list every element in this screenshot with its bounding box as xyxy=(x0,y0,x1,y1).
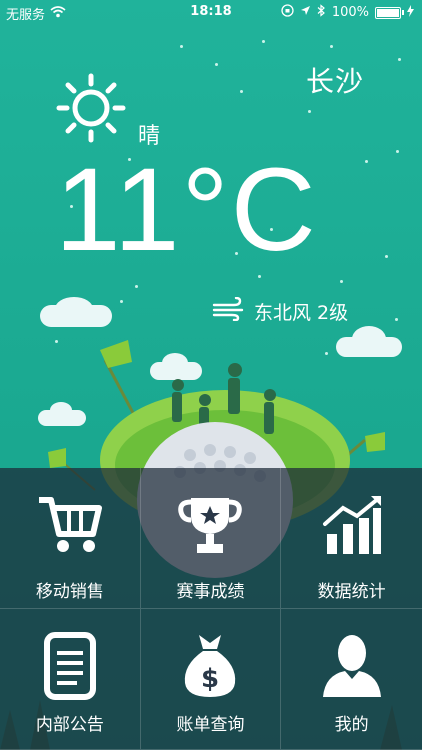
battery-percent: 100% xyxy=(331,5,369,20)
menu-label: 我的 xyxy=(334,715,369,735)
menu-label: 数据统计 xyxy=(317,582,386,602)
document-icon xyxy=(35,631,105,701)
menu-label: 赛事成绩 xyxy=(176,582,245,602)
user-icon xyxy=(317,631,387,701)
money-bag-icon: $ xyxy=(175,631,245,701)
orientation-lock-icon xyxy=(281,4,294,21)
location-icon xyxy=(300,5,311,20)
battery-icon xyxy=(375,6,404,19)
menu-match-results[interactable]: 赛事成绩 xyxy=(140,468,282,609)
bluetooth-icon xyxy=(317,4,326,21)
menu-label: 内部公告 xyxy=(35,715,104,735)
wind-info: 东北风 2级 xyxy=(212,296,349,326)
wind-icon xyxy=(212,296,246,326)
city-name[interactable]: 长沙 xyxy=(306,60,364,100)
cart-icon xyxy=(35,490,105,560)
charging-icon xyxy=(407,4,414,21)
menu-statistics[interactable]: 数据统计 xyxy=(281,468,422,609)
chart-icon xyxy=(317,490,387,560)
menu-grid: 移动销售 赛事成绩 数据统计 内部公告 $ 账单查询 我的 xyxy=(0,468,422,750)
menu-bill-inquiry[interactable]: $ 账单查询 xyxy=(140,609,282,750)
menu-label: 账单查询 xyxy=(176,715,245,735)
menu-profile[interactable]: 我的 xyxy=(281,609,422,750)
sun-icon xyxy=(55,72,127,144)
menu-mobile-sales[interactable]: 移动销售 xyxy=(0,468,141,609)
menu-notices[interactable]: 内部公告 xyxy=(0,609,141,750)
svg-text:$: $ xyxy=(201,664,219,694)
temperature: 11°C xyxy=(55,144,318,276)
wind-text: 东北风 2级 xyxy=(254,302,349,324)
trophy-icon xyxy=(175,490,245,560)
menu-label: 移动销售 xyxy=(35,582,104,602)
status-bar: 无服务 18:18 100% xyxy=(0,0,422,24)
